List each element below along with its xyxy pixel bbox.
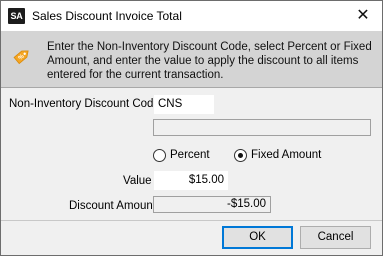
close-icon[interactable]: ✕ [352, 5, 374, 27]
footer-divider [1, 220, 382, 221]
fixed-amount-radio-label: Fixed Amount [251, 149, 322, 161]
discount-code-field[interactable]: CNS [153, 94, 215, 115]
discount-amount-label: Discount Amount [69, 200, 156, 212]
ok-button[interactable]: OK [222, 226, 293, 249]
percent-radio-label: Percent [170, 149, 210, 161]
discount-tag-icon: % [13, 50, 29, 65]
discount-code-label: Non-Inventory Discount Code [9, 98, 160, 110]
window-title: Sales Discount Invoice Total [32, 9, 182, 23]
title-bar[interactable]: SA Sales Discount Invoice Total ✕ [1, 1, 382, 31]
discount-amount-field: -$15.00 [153, 196, 271, 213]
app-logo-icon: SA [8, 8, 25, 24]
percent-radio-circle[interactable] [153, 148, 166, 162]
fixed-amount-radio[interactable]: Fixed Amount [234, 147, 321, 163]
percent-radio[interactable]: Percent [153, 147, 210, 163]
info-panel: % Enter the Non-Inventory Discount Code,… [1, 31, 382, 88]
value-label: Value [123, 175, 152, 187]
instructions-text: Enter the Non-Inventory Discount Code, s… [47, 41, 372, 81]
cancel-button[interactable]: Cancel [300, 226, 371, 249]
dialog-window: SA Sales Discount Invoice Total ✕ % Ente… [0, 0, 383, 256]
fixed-amount-radio-circle[interactable] [234, 148, 247, 162]
value-field[interactable]: $15.00 [153, 170, 229, 191]
discount-description-field [153, 119, 371, 136]
